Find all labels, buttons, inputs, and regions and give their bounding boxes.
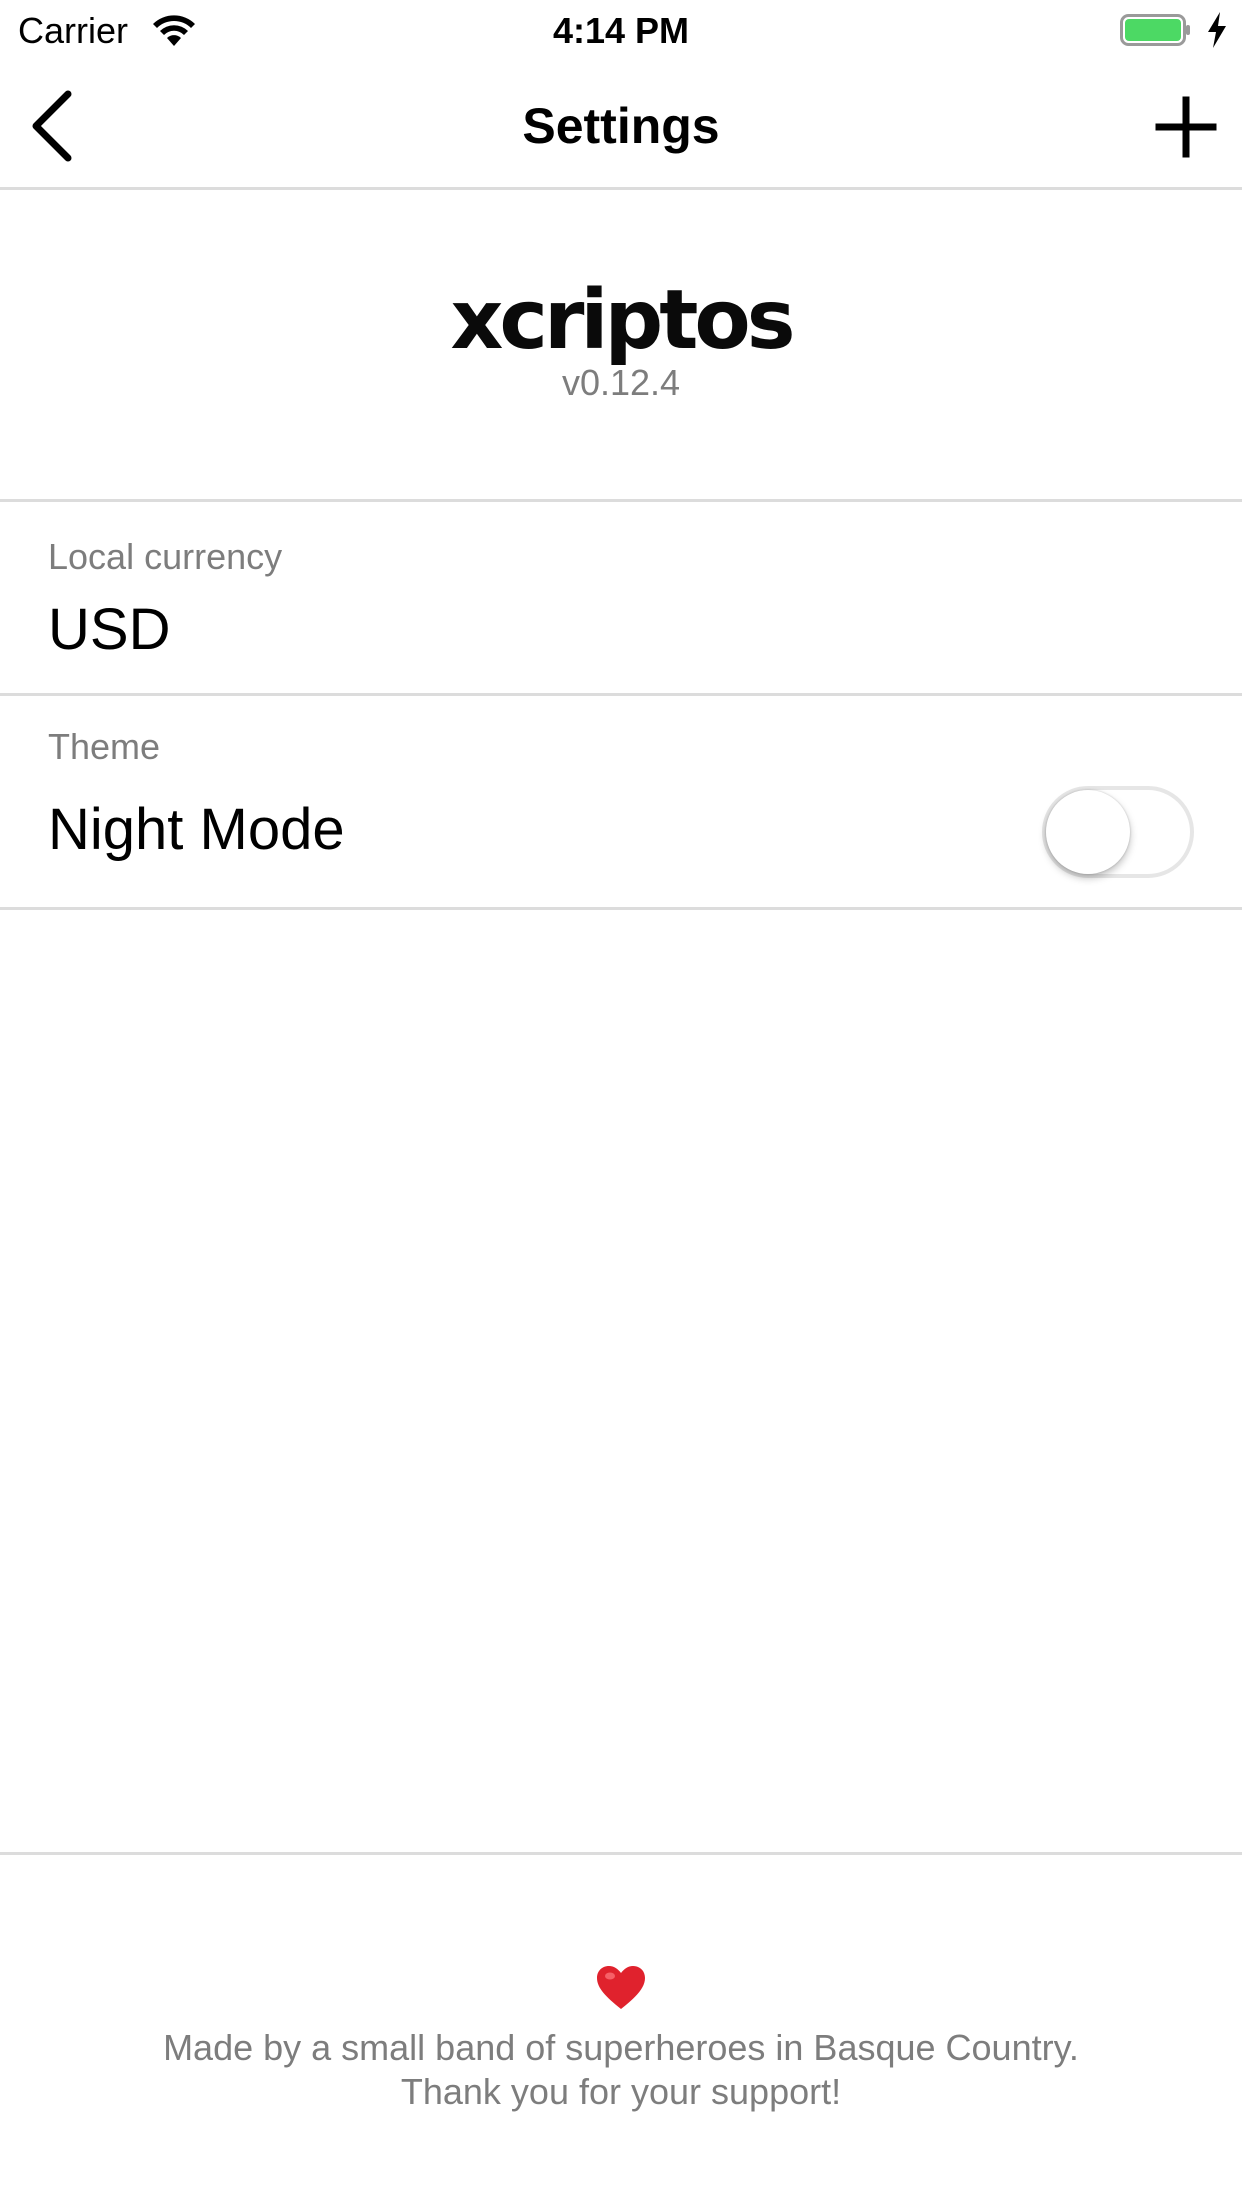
local-currency-label: Local currency [48,536,283,577]
footer-credit-text: Made by a small band of superheroes in B… [163,2027,1079,2068]
theme-label: Theme [48,726,161,767]
footer-thanks-text: Thank you for your support! [400,2071,842,2112]
footer: Made by a small band of superheroes in B… [0,1852,1242,2208]
page-title: Settings [522,98,720,154]
toggle-knob [1046,790,1130,874]
status-bar: Carrier 4:14 PM [0,0,1242,62]
settings-screen: Carrier 4:14 PM Settings xcriptos v0.12.… [0,0,1242,2208]
plus-icon[interactable] [1144,84,1228,168]
app-version: v0.12.4 [561,362,681,403]
status-time: 4:14 PM [552,10,690,51]
app-logo: xcriptos [450,273,795,368]
battery-icon [1120,14,1190,46]
night-mode-label: Night Mode [48,797,345,862]
local-currency-row[interactable]: Local currency USD [0,502,1242,696]
local-currency-value: USD [48,597,171,662]
charging-bolt-icon [1208,12,1226,48]
navigation-bar: Settings [0,62,1242,190]
theme-row: Theme Night Mode [0,696,1242,910]
heart-icon [597,1966,645,2009]
night-mode-toggle[interactable] [1042,786,1194,878]
app-info-section: xcriptos v0.12.4 [0,190,1242,502]
